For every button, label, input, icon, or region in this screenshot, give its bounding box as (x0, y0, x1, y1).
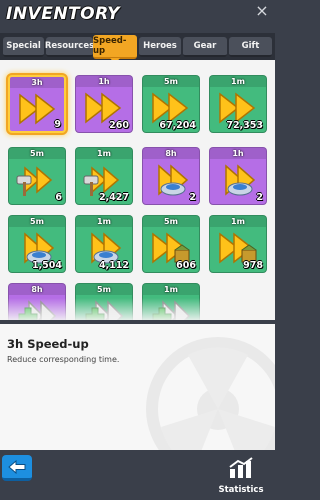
tab-label: Speed-up (93, 36, 127, 56)
item-duration: 1m (164, 285, 178, 294)
item-duration: 8h (165, 149, 177, 158)
item-quantity: 2 (189, 192, 196, 203)
inventory-item[interactable]: 1m 4,112 (75, 215, 133, 273)
statistics-button[interactable]: Statistics (213, 455, 269, 497)
item-duration: 5m (30, 217, 44, 226)
grid-fade (0, 298, 275, 320)
item-quantity: 72,353 (226, 120, 263, 131)
tab-resources[interactable]: Resources (44, 37, 95, 57)
item-quantity: 2 (256, 192, 263, 203)
arrow-left-icon (8, 459, 26, 474)
tab-label: Resources (44, 41, 95, 51)
item-quantity: 9 (54, 119, 61, 130)
item-quantity: 606 (176, 260, 196, 271)
statistics-label: Statistics (218, 485, 264, 495)
item-quantity: 2,427 (98, 192, 129, 203)
item-quantity: 4,112 (98, 260, 129, 271)
item-detail-panel: 3h Speed-up Reduce corresponding time. (0, 324, 275, 450)
item-duration: 1h (232, 149, 244, 158)
tab-gift[interactable]: Gift (229, 37, 272, 57)
tab-gear[interactable]: Gear (183, 37, 227, 57)
inventory-item[interactable]: 1m 2,427 (75, 147, 133, 205)
inventory-item[interactable]: 5m 1,504 (8, 215, 66, 273)
tab-speed-up[interactable]: Speed-up (93, 35, 137, 64)
back-button[interactable] (2, 455, 32, 481)
tab-heroes[interactable]: Heroes (139, 37, 181, 57)
item-quantity: 67,204 (159, 120, 196, 131)
item-quantity: 1,504 (31, 260, 62, 271)
tab-label: Heroes (143, 41, 177, 51)
item-duration: 1m (231, 217, 245, 226)
tab-special[interactable]: Special (3, 37, 44, 57)
item-detail-description: Reduce corresponding time. (7, 355, 120, 364)
item-duration: 8h (31, 285, 43, 294)
inventory-item[interactable]: 1m 72,353 (209, 75, 267, 133)
item-detail-title: 3h Speed-up (7, 337, 89, 351)
inventory-item[interactable]: 5m 67,204 (142, 75, 200, 133)
tab-label: Gear (193, 41, 217, 51)
tab-label: Gift (241, 41, 260, 51)
footer-bar: Statistics (0, 450, 275, 500)
item-duration: 5m (30, 149, 44, 158)
item-grid: 3h 9 1h 260 5m 67,204 1m 72,353 5m 6 1m 2,427 8h 2 1h 2… (0, 60, 275, 320)
tab-bar: Special Resources Speed-up Heroes Gear G… (0, 33, 275, 64)
inventory-item[interactable]: 3h 9 (8, 75, 66, 133)
item-duration: 1m (97, 149, 111, 158)
statistics-icon (229, 457, 253, 478)
page-title: INVENTORY (6, 4, 120, 24)
item-duration: 1m (231, 77, 245, 86)
header-bar: INVENTORY × (0, 0, 275, 32)
inventory-item[interactable]: 1h 2 (209, 147, 267, 205)
item-duration: 1m (97, 217, 111, 226)
item-quantity: 6 (55, 192, 62, 203)
item-duration: 1h (98, 77, 110, 86)
inventory-item[interactable]: 1m 978 (209, 215, 267, 273)
background-emblem-icon (146, 337, 275, 450)
item-duration: 5m (164, 77, 178, 86)
inventory-item[interactable]: 5m 606 (142, 215, 200, 273)
tab-label: Special (6, 41, 41, 51)
inventory-item[interactable]: 1h 260 (75, 75, 133, 133)
item-duration: 3h (31, 78, 43, 87)
item-quantity: 260 (109, 120, 129, 131)
item-duration: 5m (164, 217, 178, 226)
inventory-item[interactable]: 5m 6 (8, 147, 66, 205)
close-button[interactable]: × (255, 3, 269, 19)
item-duration: 5m (97, 285, 111, 294)
inventory-item[interactable]: 8h 2 (142, 147, 200, 205)
item-quantity: 978 (243, 260, 263, 271)
